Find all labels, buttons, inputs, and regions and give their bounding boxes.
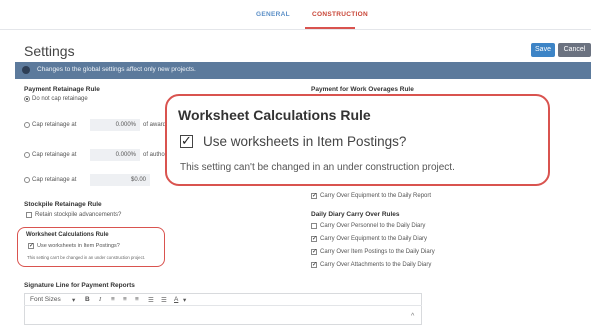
payment-retainage-title: Payment Retainage Rule [24, 86, 100, 93]
active-tab-indicator [305, 27, 355, 29]
diary-equipment-label: Carry Over Equipment to the Daily Diary [320, 236, 428, 242]
align-right-icon[interactable]: ≡ [135, 296, 139, 303]
diary-item-postings-checkbox[interactable]: ✓ [311, 249, 317, 255]
bold-button[interactable]: B [85, 296, 90, 303]
diary-attachments-checkbox[interactable]: ✓ [311, 262, 317, 268]
cap-author-suffix: of author [143, 152, 167, 158]
stockpile-checkbox-label: Retain stockpile advancements? [35, 212, 122, 218]
align-left-icon[interactable]: ≡ [111, 296, 115, 303]
font-color-dropdown-icon[interactable]: ▾ [183, 296, 186, 304]
daily-diary-title: Daily Diary Carry Over Rules [311, 211, 400, 218]
diary-equipment-checkbox[interactable]: ✓ [311, 236, 317, 242]
radio-cap-amount[interactable] [24, 177, 30, 183]
worksheet-checkbox-label-small: Use worksheets in Item Postings? [37, 243, 120, 249]
settings-tabs [0, 0, 591, 30]
worksheet-callout-title: Worksheet Calculations Rule [178, 107, 371, 123]
cap-amount-input[interactable]: $0.00 [90, 174, 150, 186]
carry-equipment-report-checkbox[interactable]: ✓ [311, 193, 317, 199]
radio-cap-author-label: Cap retainage at [32, 152, 77, 158]
radio-cap-author[interactable] [24, 152, 30, 158]
worksheet-callout-note: This setting can't be changed in an unde… [180, 162, 455, 173]
cancel-button[interactable]: Cancel [558, 43, 591, 57]
signature-title: Signature Line for Payment Reports [24, 282, 135, 289]
worksheet-checkbox-small[interactable]: ✓ [28, 243, 34, 249]
worksheet-callout-checkbox[interactable]: ✓ [180, 134, 193, 148]
align-center-icon[interactable]: ≡ [123, 296, 127, 303]
scroll-up-icon[interactable]: ^ [411, 313, 414, 320]
info-banner-text: Changes to the global settings affect on… [37, 66, 196, 73]
worksheet-callout-checkbox-label: Use worksheets in Item Postings? [203, 134, 407, 149]
cap-author-input[interactable]: 0.000% [90, 149, 140, 161]
radio-no-cap[interactable] [24, 96, 30, 102]
payment-overages-title: Payment for Work Overages Rule [311, 86, 414, 93]
page-title: Settings [24, 43, 75, 59]
radio-no-cap-label: Do not cap retainage [32, 96, 88, 102]
worksheet-note-small: This setting can't be changed in an unde… [27, 255, 146, 260]
worksheet-title-small: Worksheet Calculations Rule [26, 232, 109, 238]
diary-item-postings-label: Carry Over Item Postings to the Daily Di… [320, 249, 435, 255]
italic-button[interactable]: I [99, 296, 101, 303]
stockpile-title: Stockpile Retainage Rule [24, 201, 102, 208]
radio-cap-award[interactable] [24, 122, 30, 128]
diary-attachments-label: Carry Over Attachments to the Daily Diar… [320, 262, 432, 268]
diary-personnel-label: Carry Over Personnel to the Daily Diary [320, 223, 426, 229]
radio-cap-award-label: Cap retainage at [32, 122, 77, 128]
bullet-list-icon[interactable]: ☰ [148, 296, 154, 304]
tab-general[interactable]: GENERAL [256, 11, 290, 18]
cap-award-input[interactable]: 0.000% [90, 119, 140, 131]
cap-award-suffix: of award [143, 122, 167, 128]
chevron-down-icon[interactable]: ▾ [72, 296, 75, 304]
radio-cap-amount-label: Cap retainage at [32, 177, 77, 183]
save-button[interactable]: Save [531, 43, 555, 57]
font-sizes-dropdown[interactable]: Font Sizes [30, 296, 61, 303]
editor-toolbar [24, 293, 422, 306]
tab-construction[interactable]: CONSTRUCTION [312, 11, 368, 18]
numbered-list-icon[interactable]: ☰ [161, 296, 167, 304]
stockpile-checkbox[interactable] [26, 212, 32, 218]
info-icon [22, 66, 30, 74]
font-color-icon[interactable]: A [174, 296, 178, 303]
diary-personnel-checkbox[interactable] [311, 223, 317, 229]
carry-equipment-report-label: Carry Over Equipment to the Daily Report [320, 193, 432, 199]
